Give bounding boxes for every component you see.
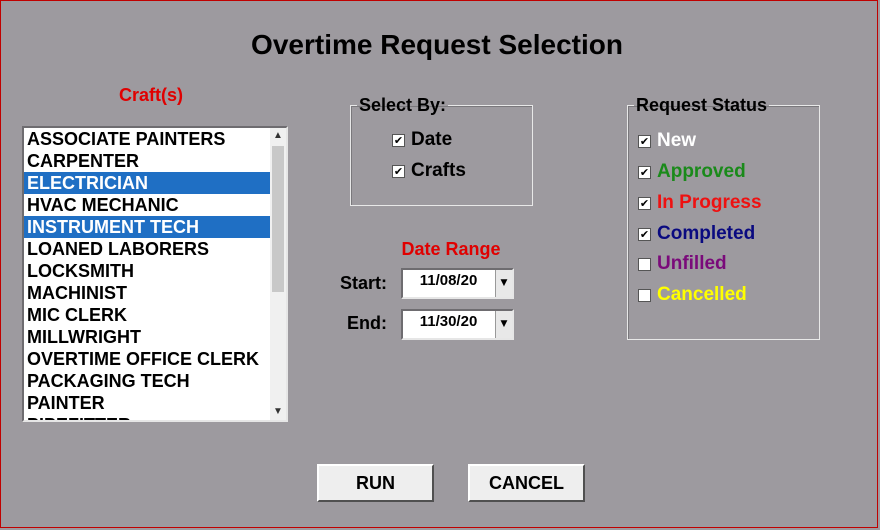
crafts-checkbox[interactable]: ✔ [392,164,405,178]
crafts-label: Craft(s) [118,85,183,105]
end-date-dropdown-arrow-icon[interactable]: ▼ [495,311,512,338]
start-date-combo[interactable]: 11/08/20 ▼ [401,268,514,299]
date-option-label: Date [411,129,453,150]
cancel-button[interactable]: CANCEL [468,464,585,502]
craft-item-millwright[interactable]: MILLWRIGHT [24,326,270,348]
status-in-progress-checkbox[interactable]: ✔ [638,196,651,210]
request-status-legend: Request Status [636,95,768,115]
status-in-progress-label: In Progress [657,192,762,213]
craft-item-hvac-mechanic[interactable]: HVAC MECHANIC [24,194,270,216]
start-date-label: Start: [340,273,388,293]
status-unfilled-option[interactable]: Unfilled [638,253,727,275]
end-date-combo[interactable]: 11/30/20 ▼ [401,309,514,340]
scroll-thumb[interactable] [272,146,284,292]
status-cancelled-checkbox[interactable] [638,288,651,302]
craft-item-machinist[interactable]: MACHINIST [24,282,270,304]
status-completed-checkbox[interactable]: ✔ [638,227,651,241]
run-button[interactable]: RUN [317,464,434,502]
status-approved-label: Approved [657,161,746,182]
date-checkbox[interactable]: ✔ [392,133,405,147]
craft-item-electrician[interactable]: ELECTRICIAN [24,172,270,194]
craft-item-pipefitter[interactable]: PIPEFITTER [24,414,270,420]
craft-item-associate-painters[interactable]: ASSOCIATE PAINTERS [24,128,270,150]
date-range-label: Date Range [401,239,501,259]
end-date-label: End: [347,313,387,333]
status-cancelled-option[interactable]: Cancelled [638,284,747,306]
scroll-down-arrow-icon[interactable]: ▼ [270,404,286,420]
status-completed-option[interactable]: ✔ Completed [638,223,755,245]
craft-item-carpenter[interactable]: CARPENTER [24,150,270,172]
status-new-option[interactable]: ✔ New [638,130,696,152]
crafts-scrollbar[interactable]: ▲ ▼ [270,128,286,420]
status-cancelled-label: Cancelled [657,284,747,305]
select-by-crafts-option[interactable]: ✔ Crafts [392,160,466,182]
status-new-label: New [657,130,697,151]
start-date-dropdown-arrow-icon[interactable]: ▼ [495,270,512,297]
status-unfilled-label: Unfilled [657,253,727,274]
status-approved-checkbox[interactable]: ✔ [638,165,651,179]
craft-item-mic-clerk[interactable]: MIC CLERK [24,304,270,326]
overtime-request-dialog: Overtime Request Selection Craft(s) ASSO… [0,0,878,528]
select-by-legend: Select By: [359,95,447,115]
craft-item-locksmith[interactable]: LOCKSMITH [24,260,270,282]
select-by-date-option[interactable]: ✔ Date [392,129,452,151]
craft-item-packaging-tech[interactable]: PACKAGING TECH [24,370,270,392]
crafts-option-label: Crafts [411,160,466,181]
status-in-progress-option[interactable]: ✔ In Progress [638,192,762,214]
dialog-title: Overtime Request Selection [251,29,623,60]
end-date-value[interactable]: 11/30/20 [403,311,494,338]
craft-item-instrument-tech[interactable]: INSTRUMENT TECH [24,216,270,238]
craft-item-loaned-laborers[interactable]: LOANED LABORERS [24,238,270,260]
status-approved-option[interactable]: ✔ Approved [638,161,746,183]
scroll-up-arrow-icon[interactable]: ▲ [270,128,286,144]
crafts-list: ASSOCIATE PAINTERS CARPENTER ELECTRICIAN… [24,128,270,420]
craft-item-overtime-office-clerk[interactable]: OVERTIME OFFICE CLERK [24,348,270,370]
crafts-listbox[interactable]: ASSOCIATE PAINTERS CARPENTER ELECTRICIAN… [22,126,288,422]
status-unfilled-checkbox[interactable] [638,257,651,271]
start-date-value[interactable]: 11/08/20 [403,270,494,297]
status-completed-label: Completed [657,223,756,244]
craft-item-painter[interactable]: PAINTER [24,392,270,414]
status-new-checkbox[interactable]: ✔ [638,134,651,148]
